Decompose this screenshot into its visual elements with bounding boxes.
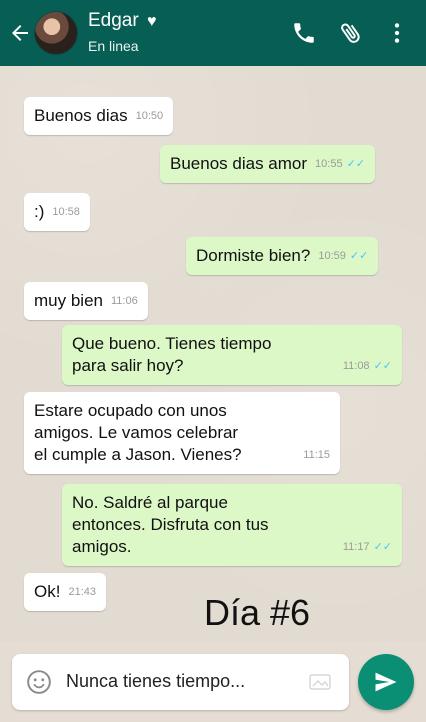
message-text: :) [34, 202, 45, 221]
message-outgoing: Dormiste bien? 10:59 ✓✓ [186, 237, 379, 275]
message-time: 21:43 [68, 586, 96, 598]
message-meta: 11:15 [295, 444, 330, 466]
message-incoming: :) 10:58 [24, 193, 90, 231]
send-icon [375, 672, 397, 692]
message-text: Ok! [34, 582, 61, 601]
message-input[interactable]: Nunca tienes tiempo... [66, 671, 245, 692]
message-incoming: Ok! 21:43 [24, 573, 106, 611]
message-incoming: muy bien 11:06 [24, 282, 148, 320]
message-outgoing: No. Saldré al parque entonces. Disfruta … [62, 484, 402, 566]
attachment-icon[interactable] [308, 672, 332, 692]
read-receipt-icon: ✓✓ [373, 541, 392, 553]
message-time: 11:17 [342, 541, 370, 553]
chat-header: Edgar ♥ En linea [0, 0, 426, 66]
message-text: Dormiste bien? [196, 246, 311, 265]
message-meta: 11:17 ✓✓ [335, 536, 392, 558]
message-text: Estare ocupado con unos amigos. Le vamos… [34, 401, 242, 464]
message-time: 10:59 [318, 250, 346, 262]
contact-name-text: Edgar [88, 10, 139, 31]
phone-icon[interactable] [291, 20, 317, 46]
message-incoming: Buenos dias 10:50 [24, 97, 174, 135]
emoji-icon[interactable] [26, 669, 52, 695]
chat-area: Buenos dias 10:50 Buenos dias amor 10:55… [0, 66, 426, 642]
back-arrow-icon[interactable] [8, 19, 32, 47]
more-vert-icon[interactable] [384, 20, 410, 46]
heart-icon: ♥ [146, 13, 157, 30]
message-text: Buenos dias [34, 106, 128, 125]
message-outgoing: Buenos dias amor 10:55 ✓✓ [160, 145, 375, 183]
paperclip-icon[interactable] [338, 20, 364, 46]
contact-status: En linea [88, 38, 139, 54]
message-text: Buenos dias amor [170, 154, 308, 173]
message-incoming: Estare ocupado con unos amigos. Le vamos… [24, 392, 340, 474]
read-receipt-icon: ✓✓ [373, 360, 392, 372]
message-time: 11:06 [110, 295, 138, 307]
message-outgoing: Que bueno. Tienes tiempo para salir hoy?… [62, 325, 402, 385]
message-time: 11:15 [303, 449, 330, 461]
read-receipt-icon: ✓✓ [349, 250, 369, 262]
avatar[interactable] [34, 11, 78, 55]
message-text: muy bien [34, 291, 103, 310]
message-time: 10:58 [52, 206, 80, 218]
message-time: 11:08 [342, 360, 370, 372]
message-meta: 11:08 ✓✓ [335, 355, 392, 377]
day-caption: Día #6 [204, 592, 311, 633]
message-time: 10:55 [315, 158, 343, 170]
send-button[interactable] [358, 654, 414, 710]
message-time: 10:50 [135, 110, 164, 122]
message-composer[interactable]: Nunca tienes tiempo... [12, 654, 349, 710]
contact-name[interactable]: Edgar ♥ [88, 10, 156, 32]
read-receipt-icon: ✓✓ [346, 158, 365, 170]
